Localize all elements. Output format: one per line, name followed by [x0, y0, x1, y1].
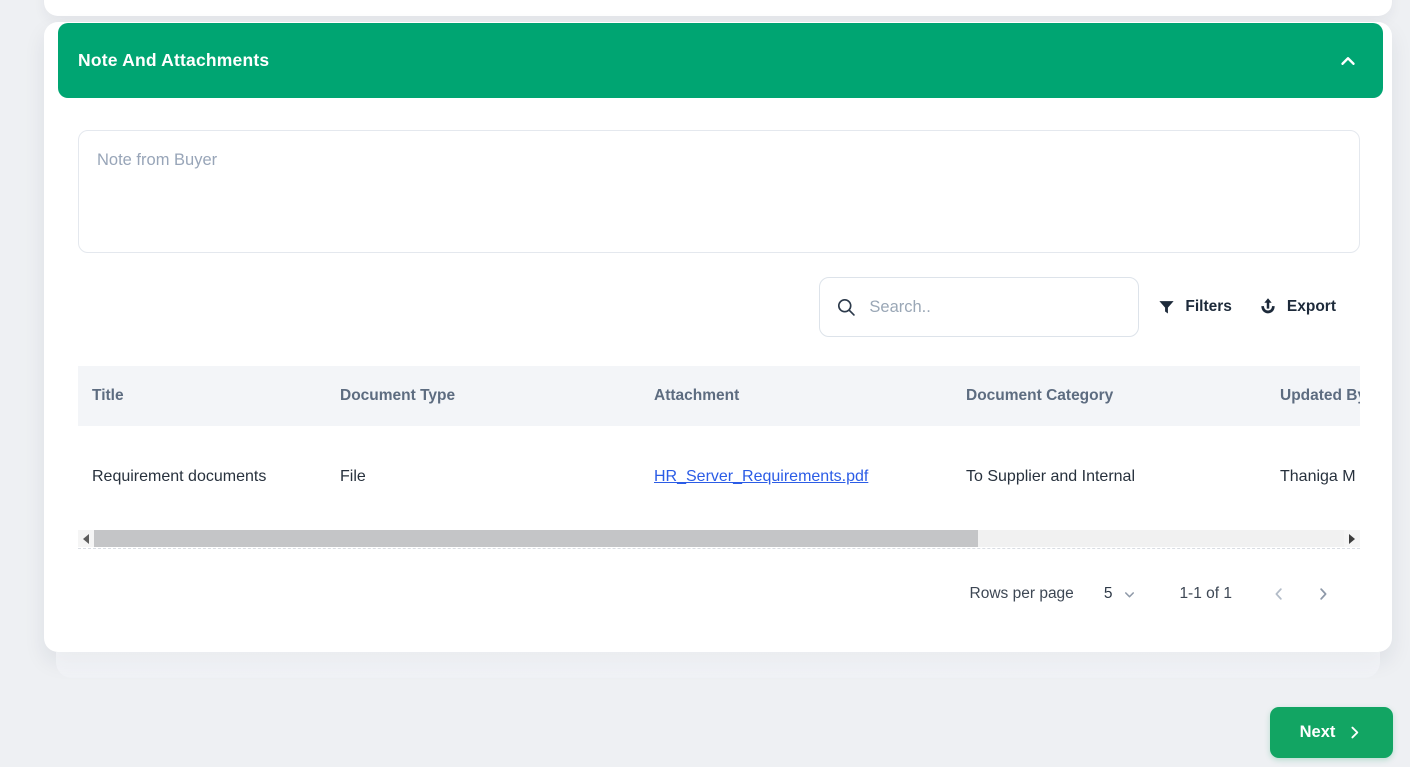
cell-document-category: To Supplier and Internal	[966, 426, 1280, 528]
scrollbar-thumb[interactable]	[94, 530, 978, 547]
cell-document-type: File	[340, 426, 654, 528]
column-updated-by: Updated By	[1280, 366, 1360, 426]
pagination-range: 1-1 of 1	[1179, 585, 1232, 602]
search-icon	[836, 297, 857, 318]
chevron-down-icon	[1122, 587, 1137, 602]
card-stack-shadow	[56, 652, 1380, 678]
section-header[interactable]: Note And Attachments	[58, 23, 1383, 98]
table-header-row: Title Document Type Attachment Document …	[78, 366, 1360, 426]
search-box[interactable]	[819, 277, 1140, 337]
note-from-buyer-textarea[interactable]	[78, 130, 1360, 253]
previous-card-remnant	[44, 0, 1392, 16]
export-label: Export	[1286, 298, 1336, 315]
pagination-bar: Rows per page 5 1-1 of 1	[78, 572, 1360, 616]
table-row: Requirement documents File HR_Server_Req…	[78, 426, 1360, 528]
triangle-right-icon	[1349, 533, 1355, 544]
table-toolbar: Filters Export	[78, 277, 1360, 337]
cell-attachment: HR_Server_Requirements.pdf	[654, 426, 966, 528]
cell-updated-by: Thaniga M	[1280, 426, 1360, 528]
rows-per-page-select[interactable]: 5	[1104, 585, 1138, 603]
column-attachment: Attachment	[654, 366, 966, 426]
column-document-category: Document Category	[966, 366, 1280, 426]
export-upload-icon	[1258, 297, 1278, 317]
triangle-left-icon	[83, 533, 89, 544]
filters-label: Filters	[1185, 298, 1232, 315]
next-button-label: Next	[1299, 723, 1336, 741]
rows-per-page-label: Rows per page	[969, 585, 1074, 602]
scrollbar-right-arrow[interactable]	[1344, 530, 1360, 547]
column-document-type: Document Type	[340, 366, 654, 426]
note-attachments-card: Note And Attachments Note from Buyer Sea…	[44, 22, 1392, 652]
horizontal-scrollbar[interactable]	[78, 530, 1360, 547]
export-button[interactable]: Export	[1258, 297, 1336, 317]
rows-per-page-value: 5	[1103, 585, 1113, 602]
chevron-right-icon[interactable]	[1312, 583, 1334, 605]
filters-button[interactable]: Filters	[1157, 298, 1232, 317]
attachment-link[interactable]: HR_Server_Requirements.pdf	[654, 468, 868, 485]
attachments-table: Title Document Type Attachment Document …	[78, 366, 1360, 549]
chevron-left-icon[interactable]	[1268, 583, 1290, 605]
scrollbar-left-arrow[interactable]	[78, 530, 94, 547]
next-chevron-right-icon	[1346, 724, 1363, 741]
filter-icon	[1157, 298, 1176, 317]
search-input[interactable]	[869, 297, 1110, 317]
next-button[interactable]: Next	[1270, 707, 1393, 758]
page: Note And Attachments Note from Buyer Sea…	[0, 0, 1410, 767]
column-title: Title	[78, 366, 340, 426]
section-title: Note And Attachments	[78, 50, 270, 70]
chevron-up-icon[interactable]	[1337, 50, 1359, 72]
cell-title: Requirement documents	[78, 426, 340, 528]
